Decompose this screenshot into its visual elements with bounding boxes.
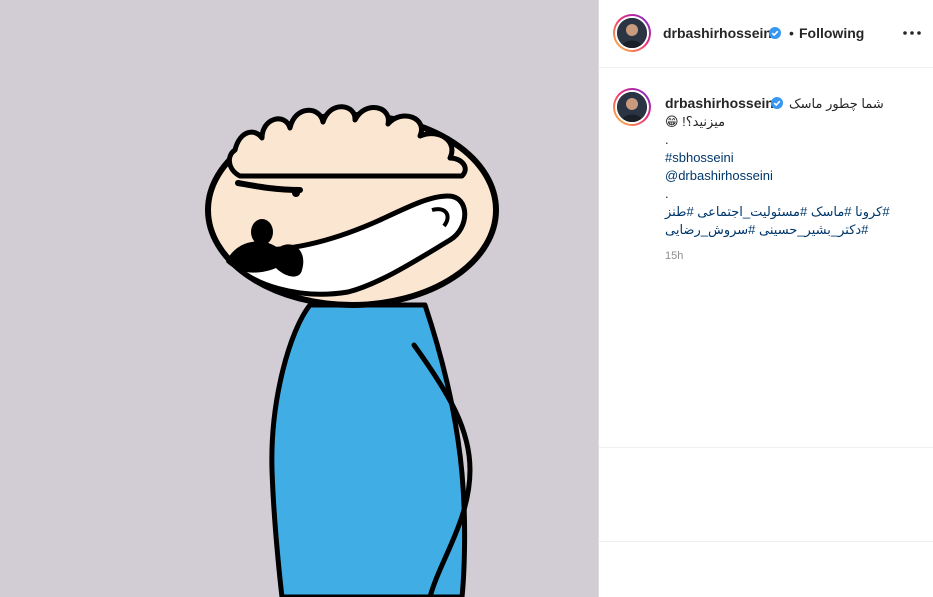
hashtags-line2[interactable]: #دکتر_بشیر_حسینی #سروش_رضایی xyxy=(665,221,868,239)
post-header: drbashirhosseini • Following xyxy=(599,0,933,68)
separator-dot: • xyxy=(789,25,794,41)
caption-author-avatar[interactable] xyxy=(613,88,651,126)
post-image[interactable] xyxy=(0,0,598,597)
post-timestamp[interactable]: 15h xyxy=(665,250,683,262)
caption-dot: . xyxy=(665,132,669,147)
caption-text-line2: میزنید؟! 😁 xyxy=(665,114,726,129)
author-avatar[interactable] xyxy=(613,14,651,52)
caption-dot: . xyxy=(665,186,669,201)
post-details-panel: drbashirhosseini • Following drbashirhos… xyxy=(598,0,933,597)
following-button[interactable]: Following xyxy=(799,25,864,41)
hashtag-sbhosseini[interactable]: #sbhosseini xyxy=(665,149,734,167)
verified-badge-icon xyxy=(769,27,781,39)
section-divider xyxy=(599,541,933,542)
cartoon-illustration xyxy=(205,104,499,597)
verified-badge-icon xyxy=(771,97,783,109)
hashtags-line1[interactable]: #کرونا #ماسک #مسئولیت_اجتماعی #طنز xyxy=(665,203,890,221)
author-username[interactable]: drbashirhosseini xyxy=(663,25,776,41)
mention-drbashirhosseini[interactable]: @drbashirhosseini xyxy=(665,167,773,185)
caption-text-line1: شما چطور ماسک xyxy=(789,96,884,111)
caption-username[interactable]: drbashirhosseini xyxy=(665,95,778,111)
section-divider xyxy=(599,447,933,448)
more-options-icon[interactable] xyxy=(901,22,923,44)
